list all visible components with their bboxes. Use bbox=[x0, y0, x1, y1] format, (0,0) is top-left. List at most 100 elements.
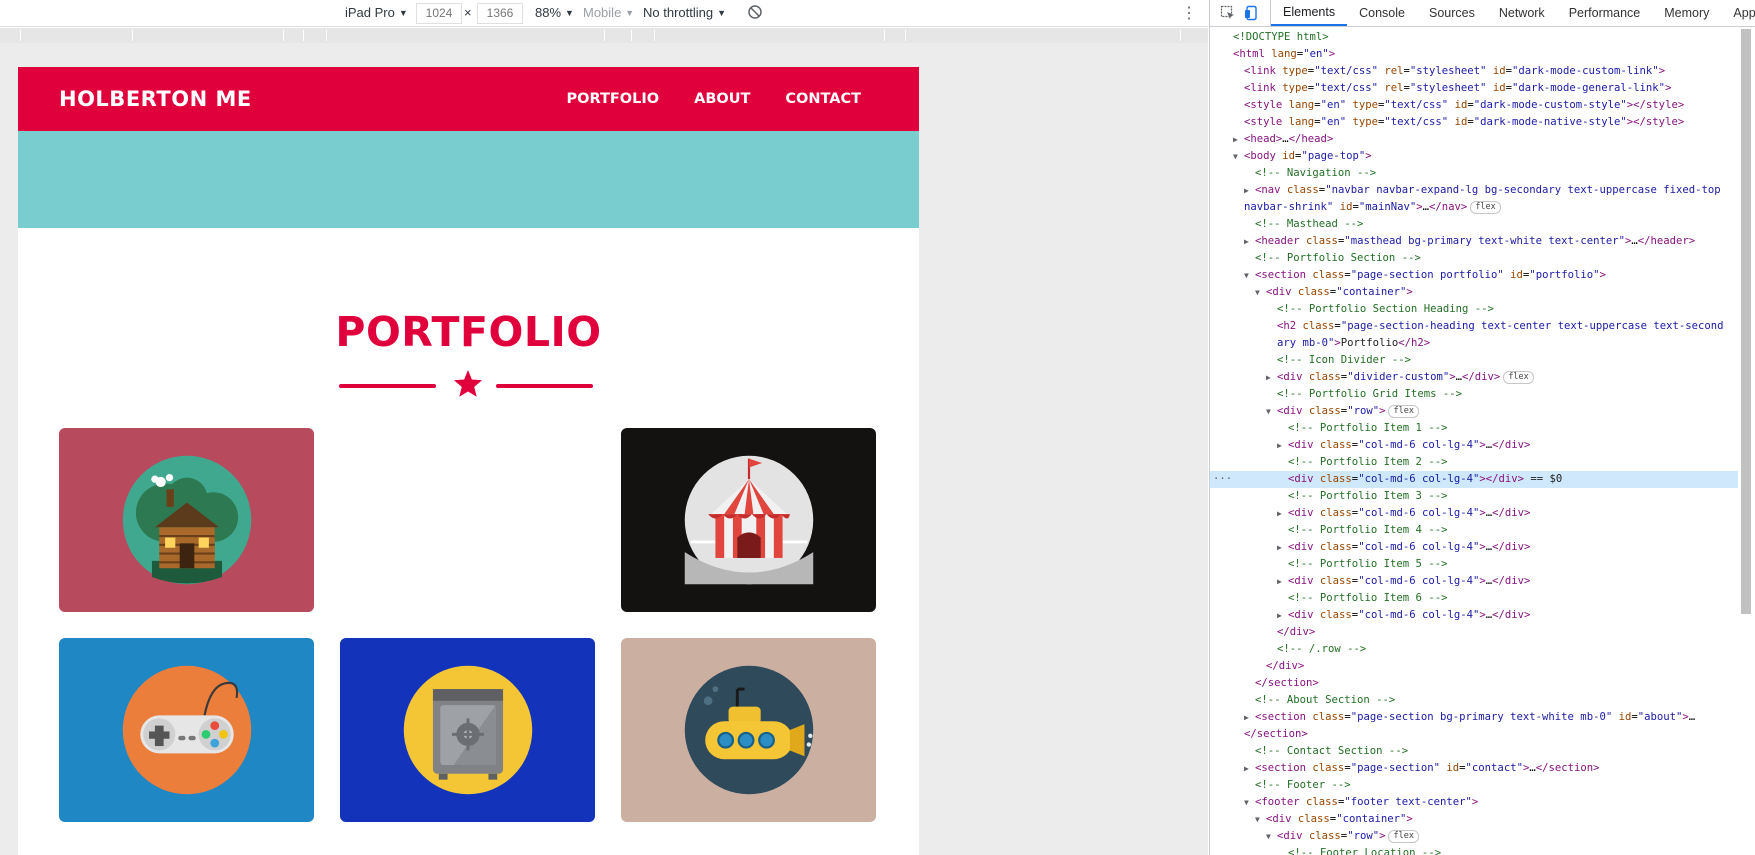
tab-sources[interactable]: Sources bbox=[1417, 0, 1487, 26]
dom-node[interactable]: <html lang="en"> bbox=[1210, 46, 1738, 63]
expand-right-icon[interactable]: ▶ bbox=[1277, 607, 1288, 624]
nav-contact[interactable]: CONTACT bbox=[785, 91, 861, 107]
expand-down-icon[interactable]: ▼ bbox=[1244, 267, 1255, 284]
width-input[interactable]: 1024 bbox=[416, 3, 462, 24]
dom-node[interactable]: ▶ <section class="page-section bg-primary… bbox=[1210, 709, 1738, 726]
dom-node[interactable]: <!-- Portfolio Item 3 --> bbox=[1210, 488, 1738, 505]
dom-node[interactable]: ▶ <header class="masthead bg-primary text… bbox=[1210, 233, 1738, 250]
dom-node[interactable]: <link type="text/css" rel="stylesheet" i… bbox=[1210, 63, 1738, 80]
tab-console[interactable]: Console bbox=[1347, 0, 1417, 26]
dom-node[interactable]: <!-- About Section --> bbox=[1210, 692, 1738, 709]
portfolio-item-1[interactable] bbox=[59, 428, 314, 612]
dom-tree-scrollbar[interactable] bbox=[1740, 29, 1752, 855]
device-select[interactable]: iPad Pro ▼ bbox=[345, 5, 408, 20]
tab-network[interactable]: Network bbox=[1487, 0, 1557, 26]
dom-node[interactable]: <!-- Masthead --> bbox=[1210, 216, 1738, 233]
dom-node[interactable]: <!-- Icon Divider --> bbox=[1210, 352, 1738, 369]
expand-down-icon[interactable]: ▼ bbox=[1233, 148, 1244, 165]
expand-down-icon[interactable]: ▼ bbox=[1266, 403, 1277, 420]
dom-node[interactable]: ▶ <div class="divider-custom">…</div> flex bbox=[1210, 369, 1738, 386]
tab-performance[interactable]: Performance bbox=[1557, 0, 1653, 26]
dom-node[interactable]: </section> bbox=[1210, 726, 1738, 743]
dom-node[interactable]: <!-- Footer --> bbox=[1210, 777, 1738, 794]
dom-node[interactable]: ▶ <nav class="navbar navbar-expand-lg bg-… bbox=[1210, 182, 1738, 199]
throttling-select[interactable]: No throttling ▼ bbox=[643, 5, 726, 20]
expand-right-icon[interactable]: ▶ bbox=[1233, 131, 1244, 148]
dom-node[interactable]: navbar-shrink" id="mainNav">…</nav> flex bbox=[1210, 199, 1738, 216]
dom-node[interactable]: <!-- Portfolio Grid Items --> bbox=[1210, 386, 1738, 403]
dom-node[interactable]: ▼ <footer class="footer text-center"> bbox=[1210, 794, 1738, 811]
scrollbar-thumb[interactable] bbox=[1741, 29, 1751, 614]
portfolio-item-6[interactable] bbox=[621, 638, 876, 822]
portfolio-item-5[interactable] bbox=[340, 638, 595, 822]
dom-node[interactable]: ▼ <section class="page-section portfolio"… bbox=[1210, 267, 1738, 284]
expand-right-icon[interactable]: ▶ bbox=[1266, 369, 1277, 386]
dom-node[interactable]: <!-- Portfolio Item 2 --> bbox=[1210, 454, 1738, 471]
dom-node[interactable]: ▶ <div class="col-md-6 col-lg-4">…</div> bbox=[1210, 607, 1738, 624]
dom-node[interactable]: ▼ <div class="row"> flex bbox=[1210, 828, 1738, 845]
device-toggle-icon[interactable] bbox=[1244, 5, 1260, 21]
tab-application[interactable]: Applic bbox=[1721, 0, 1755, 26]
expand-down-icon[interactable]: ▼ bbox=[1244, 794, 1255, 811]
dom-node[interactable]: </div> bbox=[1210, 624, 1738, 641]
expand-down-icon[interactable]: ▼ bbox=[1255, 811, 1266, 828]
dom-node[interactable]: ary mb-0">Portfolio</h2> bbox=[1210, 335, 1738, 352]
dom-tree[interactable]: <!DOCTYPE html> <html lang="en"> <link typ… bbox=[1210, 29, 1738, 855]
inspect-element-icon[interactable] bbox=[1220, 5, 1236, 21]
expand-right-icon[interactable]: ▶ bbox=[1244, 709, 1255, 726]
more-icon[interactable]: ··· bbox=[1213, 471, 1232, 488]
mode-select[interactable]: Mobile ▼ bbox=[583, 5, 634, 20]
dom-node[interactable]: <style lang="en" type="text/css" id="dar… bbox=[1210, 97, 1738, 114]
dom-node[interactable]: <!-- Portfolio Item 4 --> bbox=[1210, 522, 1738, 539]
expand-right-icon[interactable]: ▶ bbox=[1277, 437, 1288, 454]
dom-node[interactable]: ▶ <head>…</head> bbox=[1210, 131, 1738, 148]
dom-node[interactable]: </section> bbox=[1210, 675, 1738, 692]
dom-node[interactable]: ▼ <div class="container"> bbox=[1210, 811, 1738, 828]
portfolio-item-4[interactable] bbox=[59, 638, 314, 822]
expand-right-icon[interactable]: ▶ bbox=[1244, 760, 1255, 777]
expand-down-icon[interactable]: ▼ bbox=[1266, 828, 1277, 845]
dom-node[interactable]: ▶ <section class="page-section" id="conta… bbox=[1210, 760, 1738, 777]
rotate-icon[interactable] bbox=[747, 4, 763, 20]
height-input[interactable]: 1366 bbox=[477, 3, 523, 24]
tab-elements[interactable]: Elements bbox=[1271, 0, 1348, 26]
dom-node[interactable]: </div> bbox=[1210, 658, 1738, 675]
dom-node[interactable]: <!-- Contact Section --> bbox=[1210, 743, 1738, 760]
media-query-bar[interactable] bbox=[0, 28, 1208, 43]
expand-down-icon[interactable]: ▼ bbox=[1255, 284, 1266, 301]
dom-node[interactable]: <h2 class="page-section-heading text-cen… bbox=[1210, 318, 1738, 335]
dom-node[interactable]: <!-- Navigation --> bbox=[1210, 165, 1738, 182]
dom-node[interactable]: <!-- Footer Location --> bbox=[1210, 845, 1738, 855]
tab-memory[interactable]: Memory bbox=[1652, 0, 1721, 26]
dom-node[interactable]: ▼ <div class="row"> flex bbox=[1210, 403, 1738, 420]
nav-about[interactable]: ABOUT bbox=[694, 91, 750, 107]
more-options-icon[interactable]: ⋮ bbox=[1181, 3, 1197, 23]
expand-right-icon[interactable]: ▶ bbox=[1244, 233, 1255, 250]
dom-node[interactable]: ▶ <div class="col-md-6 col-lg-4">…</div> bbox=[1210, 573, 1738, 590]
dom-node[interactable]: <!DOCTYPE html> bbox=[1210, 29, 1738, 46]
dom-node[interactable]: <style lang="en" type="text/css" id="dar… bbox=[1210, 114, 1738, 131]
dom-node[interactable]: ▼ <body id="page-top"> bbox=[1210, 148, 1738, 165]
expand-right-icon[interactable]: ▶ bbox=[1277, 539, 1288, 556]
dom-node[interactable]: <!-- Portfolio Section --> bbox=[1210, 250, 1738, 267]
brand-link[interactable]: HOLBERTON ME bbox=[59, 87, 252, 111]
dom-node[interactable]: <!-- Portfolio Section Heading --> bbox=[1210, 301, 1738, 318]
dom-node[interactable]: ▶ <div class="col-md-6 col-lg-4">…</div> bbox=[1210, 539, 1738, 556]
expand-right-icon[interactable]: ▶ bbox=[1244, 182, 1255, 199]
dom-node[interactable]: ▶ <div class="col-md-6 col-lg-4">…</div> bbox=[1210, 437, 1738, 454]
zoom-label: 88% bbox=[535, 5, 562, 20]
dom-node[interactable]: <link type="text/css" rel="stylesheet" i… bbox=[1210, 80, 1738, 97]
dom-node[interactable]: ▼ <div class="container"> bbox=[1210, 284, 1738, 301]
dom-node[interactable]: <!-- Portfolio Item 5 --> bbox=[1210, 556, 1738, 573]
dom-node[interactable]: <!-- Portfolio Item 1 --> bbox=[1210, 420, 1738, 437]
expand-right-icon[interactable]: ▶ bbox=[1277, 573, 1288, 590]
dom-node[interactable]: ▶ <div class="col-md-6 col-lg-4">…</div> bbox=[1210, 505, 1738, 522]
dom-node[interactable]: <!-- Portfolio Item 6 --> bbox=[1210, 590, 1738, 607]
dom-node[interactable]: <!-- /.row --> bbox=[1210, 641, 1738, 658]
dom-node-selected[interactable]: ··· <div class="col-md-6 col-lg-4"></div>… bbox=[1210, 471, 1738, 488]
zoom-select[interactable]: 88% ▼ bbox=[535, 5, 574, 20]
portfolio-item-3[interactable] bbox=[621, 428, 876, 612]
divider-line-right bbox=[496, 384, 593, 388]
nav-portfolio[interactable]: PORTFOLIO bbox=[567, 91, 660, 107]
expand-right-icon[interactable]: ▶ bbox=[1277, 505, 1288, 522]
